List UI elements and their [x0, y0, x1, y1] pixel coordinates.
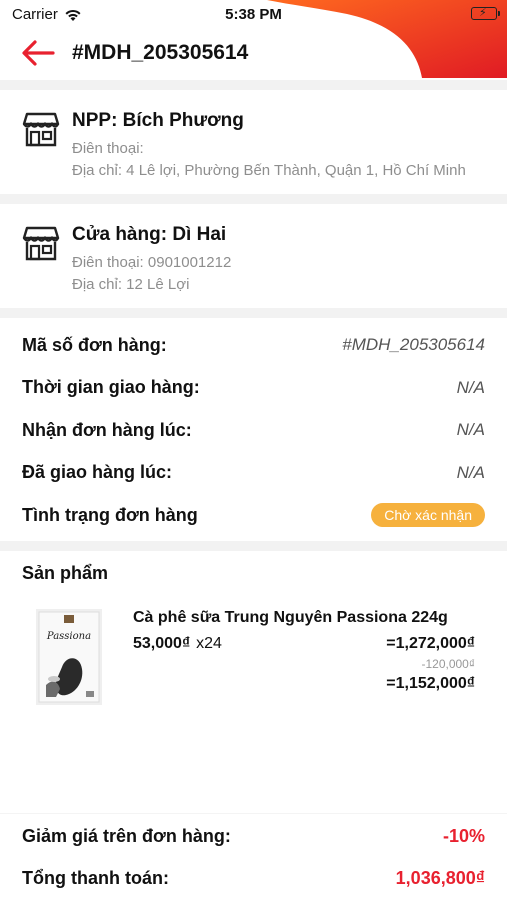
- delivered-label: Đã giao hàng lúc:: [22, 462, 173, 483]
- product-subtotal: =1,272,000₫: [386, 634, 475, 652]
- delivered-row: Đã giao hàng lúc: N/A: [22, 452, 485, 495]
- order-total-label: Tổng thanh toán:: [22, 868, 169, 888]
- product-total: =1,152,000₫: [386, 674, 475, 692]
- back-button[interactable]: [20, 38, 56, 68]
- coffee-package-image: Passiona: [36, 608, 102, 705]
- distributor-phone: Điên thoại:: [72, 140, 144, 157]
- order-code-value: #MDH_205305614: [342, 335, 485, 355]
- order-code-label: Mã số đơn hàng:: [22, 334, 167, 355]
- store-name: Cửa hàng: Dì Hai: [72, 224, 227, 245]
- product-info: Cà phê sữa Trung Nguyên Passiona 224g 53…: [133, 609, 475, 813]
- order-info-section: Mã số đơn hàng: #MDH_205305614 Thời gian…: [0, 318, 507, 541]
- status-row: Tình trạng đơn hàng Chờ xác nhận: [22, 494, 485, 537]
- order-total-row: Tổng thanh toán: 1,036,800₫: [22, 858, 485, 900]
- divider: [0, 80, 507, 90]
- status-time: 5:38 PM: [225, 6, 282, 23]
- order-discount-row: Giảm giá trên đơn hàng: -10%: [22, 816, 485, 858]
- arrow-left-icon: [22, 40, 55, 66]
- divider: [0, 540, 507, 551]
- store-icon: [22, 112, 60, 147]
- status-badge[interactable]: Chờ xác nhận: [371, 503, 485, 528]
- delivered-value: N/A: [456, 462, 485, 482]
- product-name: Cà phê sữa Trung Nguyên Passiona 224g: [133, 608, 448, 626]
- order-detail-content: NPP: Bích Phương Điên thoại: Địa chỉ: 4 …: [0, 80, 507, 900]
- product-item[interactable]: Passiona Cà phê sữa Trung Nguyên Passion…: [0, 595, 507, 813]
- order-discount-label: Giảm giá trên đơn hàng:: [22, 826, 231, 846]
- product-image: Passiona: [36, 608, 102, 705]
- app-header: #MDH_205305614: [0, 28, 507, 78]
- distributor-name: NPP: Bích Phương: [72, 110, 244, 131]
- order-discount-value: -10%: [442, 826, 485, 846]
- delivery-time-row: Thời gian giao hàng: N/A: [22, 367, 485, 410]
- page-title: #MDH_205305614: [72, 41, 249, 64]
- product-price-line: 53,000₫ x24 =1,272,000₫: [133, 635, 475, 653]
- received-value: N/A: [456, 420, 485, 440]
- status-label: Tình trạng đơn hàng: [22, 504, 198, 525]
- product-unit-price-group: 53,000₫ x24: [133, 635, 222, 653]
- divider: [0, 308, 507, 318]
- product-unit-price: 53,000₫: [133, 634, 191, 652]
- status-bar: Carrier 5:38 PM ⚡: [0, 0, 507, 78]
- products-title: Sản phẩm: [22, 562, 109, 583]
- product-image-label: Passiona: [46, 631, 91, 642]
- received-label: Nhận đơn hàng lúc:: [22, 419, 192, 440]
- store-icon: [22, 226, 60, 261]
- store-address: Địa chỉ: 12 Lê Lợi: [72, 276, 190, 293]
- store-phone: Điên thoại: 0901001212: [72, 254, 232, 271]
- divider: [0, 194, 507, 204]
- delivery-time-label: Thời gian giao hàng:: [22, 377, 200, 398]
- distributor-address: Địa chỉ: 4 Lê lợi, Phường Bến Thành, Quậ…: [72, 162, 466, 179]
- order-summary: Giảm giá trên đơn hàng: -10% Tổng thanh …: [0, 814, 507, 900]
- delivery-time-value: N/A: [456, 377, 485, 397]
- battery-icon: ⚡: [471, 7, 500, 20]
- order-code-row: Mã số đơn hàng: #MDH_205305614: [22, 324, 485, 367]
- received-row: Nhận đơn hàng lúc: N/A: [22, 409, 485, 452]
- store-card: Cửa hàng: Dì Hai Điên thoại: 0901001212 …: [0, 204, 507, 308]
- distributor-card: NPP: Bích Phương Điên thoại: Địa chỉ: 4 …: [0, 90, 507, 194]
- order-total-value: 1,036,800₫: [395, 868, 485, 888]
- product-discount: -120,000₫: [421, 656, 475, 671]
- product-quantity: x24: [196, 634, 222, 652]
